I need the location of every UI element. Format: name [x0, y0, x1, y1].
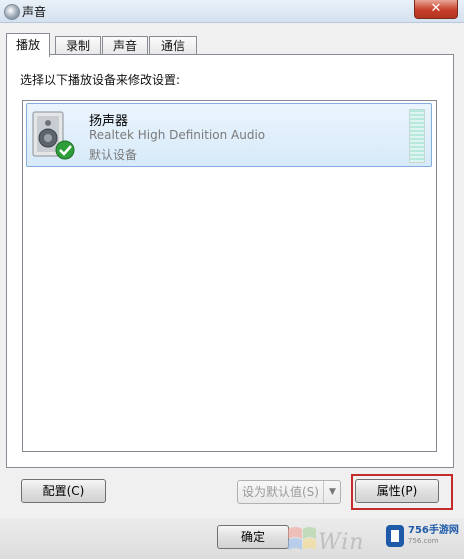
playback-device-list[interactable]: 扬声器 Realtek High Definition Audio 默认设备 — [22, 100, 437, 452]
tab-panel-playback: 选择以下播放设备来修改设置: 扬声器 Realtek High Definiti… — [6, 54, 454, 468]
site-subtitle: 756.com — [408, 537, 439, 545]
chevron-down-icon[interactable]: ▼ — [323, 481, 341, 503]
device-description: Realtek High Definition Audio — [89, 128, 266, 142]
properties-button[interactable]: 属性(P) — [355, 479, 439, 503]
tab-communications[interactable]: 通信 — [149, 36, 197, 56]
default-check-icon — [55, 140, 75, 160]
device-item-speakers[interactable]: 扬声器 Realtek High Definition Audio 默认设备 — [26, 103, 432, 167]
device-status: 默认设备 — [89, 148, 138, 162]
speaker-icon — [32, 111, 75, 160]
tab-recording[interactable]: 录制 — [55, 36, 101, 56]
configure-button[interactable]: 配置(C) — [21, 479, 106, 503]
sound-app-icon — [4, 4, 20, 20]
set-default-button[interactable]: 设为默认值(S) ▼ — [237, 480, 341, 504]
ok-button[interactable]: 确定 — [217, 525, 289, 549]
instruction-label: 选择以下播放设备来修改设置: — [20, 73, 181, 87]
watermark-text: Win — [318, 530, 365, 555]
windows-logo-watermark — [288, 527, 316, 550]
tab-sounds[interactable]: 声音 — [102, 36, 148, 56]
close-icon: ✕ — [430, 1, 442, 16]
site-name: 756手游网 — [408, 525, 459, 536]
window-title: 声音 — [22, 5, 47, 19]
title-bar: 声音 ✕ — [0, 0, 464, 23]
volume-level-meter — [409, 109, 425, 163]
tab-playback[interactable]: 播放 — [6, 33, 50, 57]
close-button[interactable]: ✕ — [414, 0, 458, 19]
set-default-label: 设为默认值(S) — [242, 485, 319, 499]
device-name: 扬声器 — [89, 114, 129, 129]
